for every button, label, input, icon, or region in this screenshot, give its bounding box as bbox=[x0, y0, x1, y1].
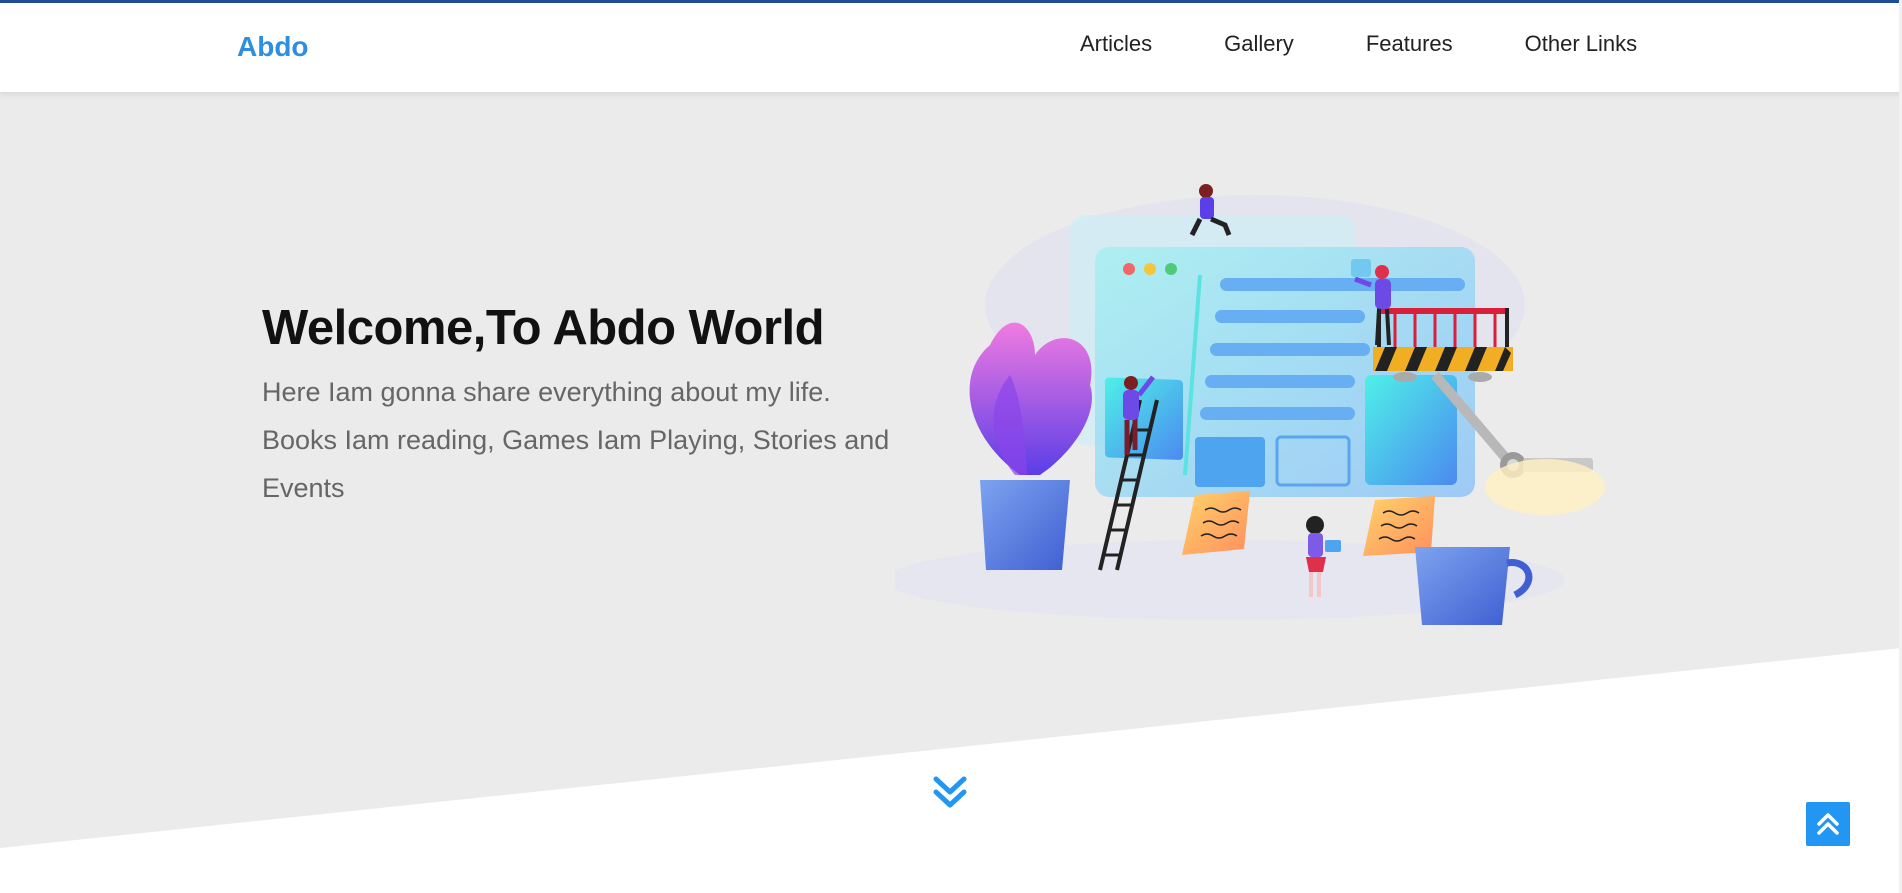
site-logo[interactable]: Abdo bbox=[237, 31, 309, 63]
nav-link-features[interactable]: Features bbox=[1366, 31, 1453, 57]
nav-link-articles[interactable]: Articles bbox=[1080, 31, 1152, 57]
intro-text: Welcome,To Abdo World Here Iam gonna sha… bbox=[262, 300, 902, 512]
scroll-to-top-button[interactable] bbox=[1806, 802, 1850, 846]
double-chevron-down-icon[interactable] bbox=[930, 773, 970, 813]
intro-description: Here Iam gonna share everything about my… bbox=[262, 377, 890, 503]
page-title: Welcome,To Abdo World bbox=[262, 301, 825, 355]
nav-link-other-links[interactable]: Other Links bbox=[1525, 31, 1638, 57]
hero-illustration bbox=[895, 184, 1605, 625]
main-nav: Articles Gallery Features Other Links bbox=[1080, 31, 1637, 57]
nav-link-gallery[interactable]: Gallery bbox=[1224, 31, 1294, 57]
site-header: Abdo Articles Gallery Features Other Lin… bbox=[0, 3, 1902, 92]
double-chevron-up-icon bbox=[1817, 813, 1839, 835]
